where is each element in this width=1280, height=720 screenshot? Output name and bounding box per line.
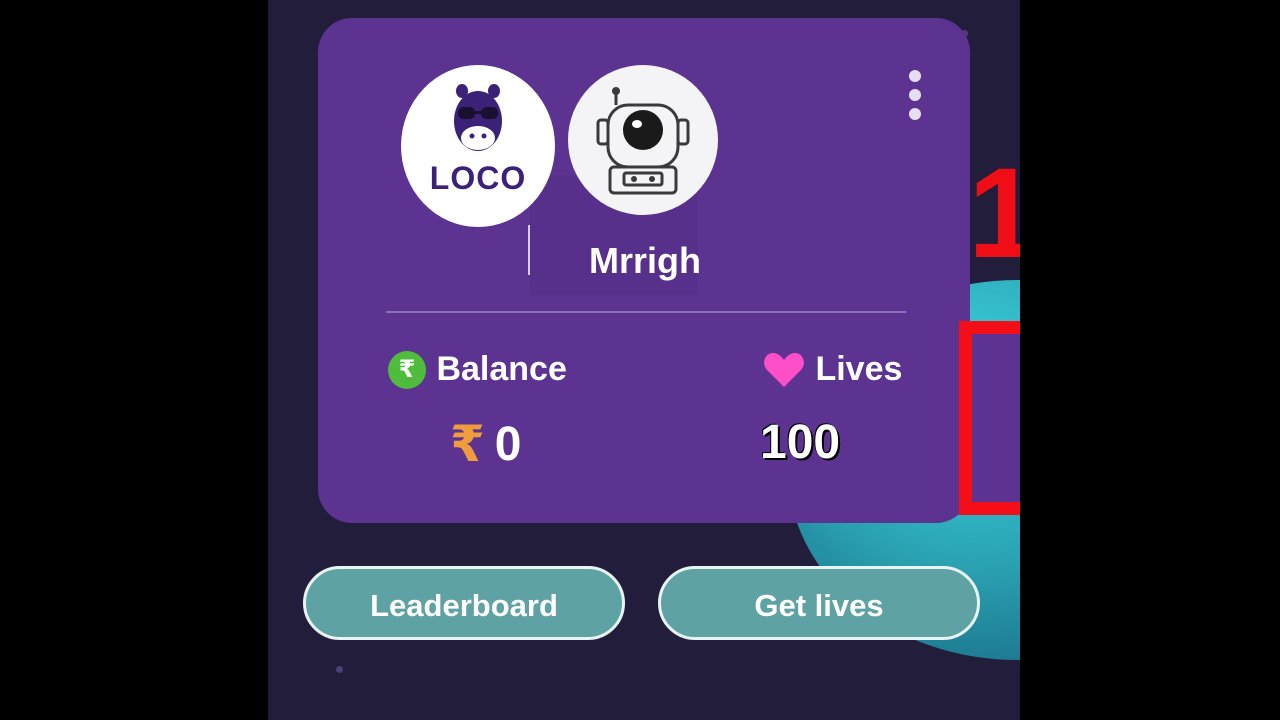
logo-text: LOCO <box>429 160 527 196</box>
phone-screen: LOCO Mrrigh ₹ Balance ₹ 0 1 Lives 100 Le… <box>268 0 1020 720</box>
screen: LOCO Mrrigh ₹ Balance ₹ 0 1 Lives 100 Le… <box>0 0 1280 720</box>
avatar[interactable] <box>568 65 718 215</box>
card-divider <box>386 311 906 313</box>
heart-icon <box>764 352 804 387</box>
more-options-icon[interactable] <box>906 70 924 120</box>
divider-line <box>528 225 530 275</box>
balance-label: Balance <box>436 350 567 388</box>
loco-logo: LOCO <box>401 65 555 227</box>
lives-value: 100 <box>760 416 841 469</box>
lives-header: Lives <box>763 350 963 389</box>
lives-label: Lives <box>815 350 903 388</box>
balance-amount: ₹ 0 <box>450 415 522 473</box>
balance-value: 0 <box>494 417 522 471</box>
overlay-headline: 100% <box>968 142 1020 285</box>
rupee-icon: ₹ <box>388 350 426 389</box>
highlight-box <box>959 321 1020 515</box>
decorative-star <box>336 666 343 673</box>
leaderboard-button[interactable]: Leaderboard <box>303 566 625 640</box>
hippo-icon <box>454 84 502 151</box>
astronaut-icon <box>596 87 690 195</box>
balance-header: ₹ Balance <box>388 350 588 389</box>
get-lives-button[interactable]: Get lives <box>658 566 980 640</box>
currency-symbol: ₹ <box>450 416 485 472</box>
username: Mrrigh <box>589 240 701 281</box>
